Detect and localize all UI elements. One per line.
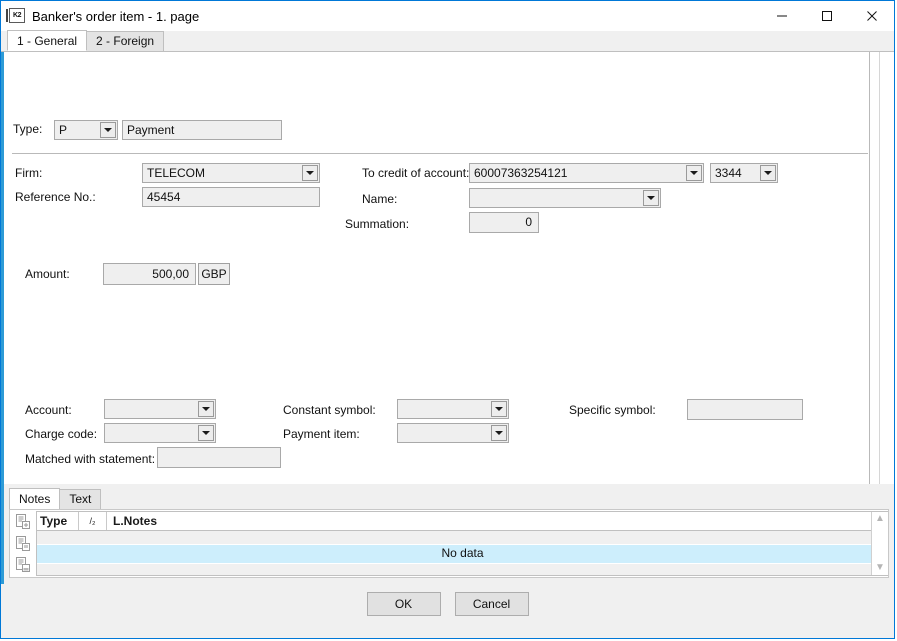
maximize-button[interactable] xyxy=(804,1,849,31)
chevron-down-icon[interactable] xyxy=(686,165,702,181)
delete-note-button[interactable] xyxy=(13,555,33,575)
dialog-footer: OK Cancel xyxy=(1,584,894,638)
specific-symbol-label: Specific symbol: xyxy=(569,403,656,417)
new-note-button[interactable] xyxy=(13,512,33,532)
form-area: Type: P Payment Firm: TELECOM Reference … xyxy=(1,52,894,484)
chevron-down-icon[interactable] xyxy=(302,165,318,181)
charge-code-label: Charge code: xyxy=(25,427,98,441)
amount-label: Amount: xyxy=(25,267,70,281)
summation-label: Summation: xyxy=(345,217,410,231)
amount-field[interactable]: 500,00 xyxy=(103,263,196,285)
chevron-down-icon[interactable] xyxy=(491,425,507,441)
firm-value: TELECOM xyxy=(147,166,206,180)
notes-grid: Type /₂ L.Notes No data ▲ ▼ xyxy=(36,511,888,576)
to-credit-of-account-combo[interactable]: 60007363254121 xyxy=(469,163,704,183)
constant-symbol-combo[interactable] xyxy=(397,399,509,419)
reference-no-label: Reference No.: xyxy=(15,190,96,204)
edit-note-icon xyxy=(16,535,30,551)
constant-symbol-label: Constant symbol: xyxy=(283,403,376,417)
payment-item-combo[interactable] xyxy=(397,423,509,443)
notes-toolbar xyxy=(10,510,36,577)
to-credit-of-account-value: 60007363254121 xyxy=(474,166,568,180)
minimize-button[interactable] xyxy=(759,1,804,31)
scroll-down-icon[interactable]: ▼ xyxy=(875,563,885,573)
delete-note-icon xyxy=(16,557,30,573)
notes-tab-strip: Notes Text xyxy=(9,488,102,509)
tab-text[interactable]: Text xyxy=(59,489,102,509)
edit-note-button[interactable] xyxy=(13,534,33,554)
matched-with-statement-label: Matched with statement: xyxy=(25,452,156,466)
separator-top xyxy=(12,153,868,154)
account-label: Account: xyxy=(25,403,72,417)
bank-code-combo[interactable]: 3344 xyxy=(710,163,778,183)
ok-button[interactable]: OK xyxy=(366,592,441,616)
notes-body: Type /₂ L.Notes No data ▲ ▼ xyxy=(9,509,889,578)
name-combo[interactable] xyxy=(469,188,661,208)
main-tab-strip: 1 - General 2 - Foreign xyxy=(1,30,894,52)
new-note-icon xyxy=(16,513,30,529)
account-combo[interactable] xyxy=(104,399,216,419)
window-controls xyxy=(759,1,894,31)
dialog-window: K2 Banker's order item - 1. page 1 - Gen… xyxy=(0,0,895,639)
window-title: Banker's order item - 1. page xyxy=(32,8,200,24)
chevron-down-icon[interactable] xyxy=(760,165,776,181)
matched-with-statement-field[interactable] xyxy=(157,447,281,468)
currency-button[interactable]: GBP xyxy=(198,263,230,285)
grid-spacer-row xyxy=(37,531,888,545)
scroll-up-icon[interactable]: ▲ xyxy=(875,514,885,524)
notes-grid-scrollbar[interactable]: ▲ ▼ xyxy=(871,512,888,575)
minimize-icon xyxy=(776,15,787,17)
column-header-page[interactable]: /₂ xyxy=(79,512,107,530)
type-code-value: P xyxy=(59,123,68,137)
grid-spacer-row xyxy=(37,564,888,575)
chevron-down-icon[interactable] xyxy=(491,401,507,417)
notes-panel: Notes Text Type /₂ L.Notes No data ▲ ▼ xyxy=(1,484,894,584)
close-button[interactable] xyxy=(849,1,894,31)
tab-notes[interactable]: Notes xyxy=(9,488,61,509)
app-icon: K2 xyxy=(6,8,25,24)
reference-no-field[interactable]: 45454 xyxy=(142,187,320,207)
type-code-combo[interactable]: P xyxy=(54,120,118,140)
name-label: Name: xyxy=(362,192,398,206)
title-bar: K2 Banker's order item - 1. page xyxy=(1,1,894,31)
chevron-down-icon[interactable] xyxy=(198,425,214,441)
charge-code-combo[interactable] xyxy=(104,423,216,443)
chevron-down-icon[interactable] xyxy=(198,401,214,417)
grid-empty-row[interactable]: No data xyxy=(37,545,888,564)
firm-label: Firm: xyxy=(15,166,43,180)
chevron-down-icon[interactable] xyxy=(643,190,659,206)
firm-combo[interactable]: TELECOM xyxy=(142,163,320,183)
column-header-lnotes[interactable]: L.Notes xyxy=(107,512,888,530)
form-scrollbar[interactable] xyxy=(879,52,894,484)
tab-general[interactable]: 1 - General xyxy=(7,30,88,51)
panel-divider xyxy=(869,52,870,484)
notes-grid-header: Type /₂ L.Notes xyxy=(37,512,888,531)
summation-field: 0 xyxy=(469,212,539,233)
column-header-type[interactable]: Type xyxy=(37,512,79,530)
type-description-field: Payment xyxy=(122,120,282,140)
bank-code-value: 3344 xyxy=(715,166,742,180)
payment-item-label: Payment item: xyxy=(283,427,360,441)
cancel-button[interactable]: Cancel xyxy=(454,592,529,616)
to-credit-of-account-label: To credit of account: xyxy=(362,166,470,180)
maximize-icon xyxy=(821,11,832,21)
close-icon xyxy=(866,11,877,21)
tab-foreign[interactable]: 2 - Foreign xyxy=(86,31,165,51)
type-label: Type: xyxy=(13,122,43,136)
specific-symbol-field[interactable] xyxy=(687,399,803,420)
chevron-down-icon[interactable] xyxy=(100,122,116,138)
